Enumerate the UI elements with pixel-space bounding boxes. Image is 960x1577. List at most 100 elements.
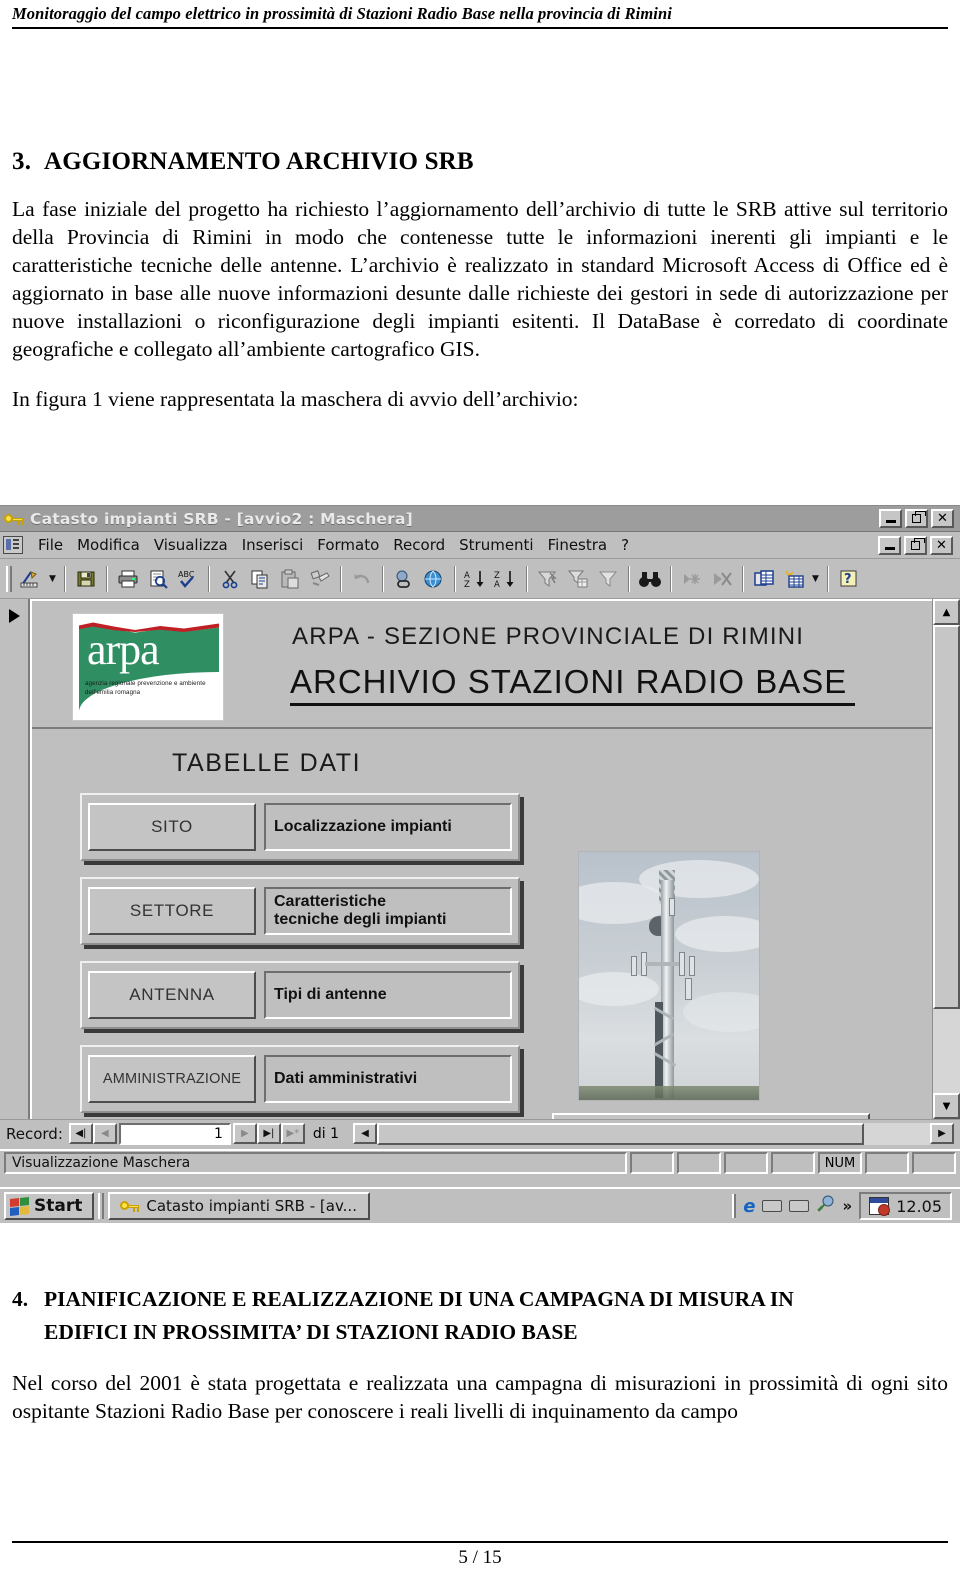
arpa-logo-subtitle: agenzia regionale prevenzione e ambiente… — [85, 680, 206, 696]
menu-item-strumenti[interactable]: Strumenti — [452, 536, 540, 554]
tray-overflow-icon[interactable]: » — [842, 1197, 852, 1215]
section-4-heading: 4. PIANIFICAZIONE E REALIZZAZIONE DI UNA … — [12, 1283, 948, 1350]
doc-close-button[interactable]: ✕ — [930, 535, 953, 555]
record-navigation-bar: Record: ◀| ◀ 1 ▶ ▶| ▶* di 1 ◀ ▶ — [0, 1119, 960, 1147]
copy-icon[interactable] — [245, 564, 275, 594]
section-4: 4. PIANIFICAZIONE E REALIZZAZIONE DI UNA … — [12, 1283, 948, 1426]
settore-description-line-1: Caratteristiche — [274, 892, 387, 910]
new-record-button[interactable]: ▶* — [280, 1123, 305, 1144]
doc-restore-button[interactable] — [904, 535, 927, 555]
table-row-amministrazione[interactable]: AMMINISTRAZIONE Dati amministrativi — [80, 1045, 520, 1113]
access-application-window: Catasto impianti SRB - [avvio2 : Mascher… — [0, 505, 960, 1223]
next-record-button[interactable]: ▶ — [232, 1123, 257, 1144]
menu-item-visualizza[interactable]: Visualizza — [147, 536, 235, 554]
new-object-dropdown-arrow-icon[interactable]: ▼ — [809, 574, 822, 584]
amministrazione-description: Dati amministrativi — [264, 1055, 512, 1103]
new-record-icon[interactable] — [677, 564, 707, 594]
scroll-down-button[interactable]: ▼ — [933, 1093, 960, 1119]
taskbar-item-label: Catasto impianti SRB - [av... — [146, 1197, 357, 1215]
menu-item-finestra[interactable]: Finestra — [541, 536, 615, 554]
taskbar-clock[interactable]: 12.05 — [859, 1192, 952, 1220]
vertical-scroll-track[interactable] — [933, 625, 960, 1093]
toolbar-grip[interactable] — [6, 565, 12, 592]
taskbar-grip[interactable] — [98, 1193, 105, 1219]
tabelle-dati-label: TABELLE DATI — [172, 749, 362, 777]
cut-icon[interactable] — [215, 564, 245, 594]
menu-item-modifica[interactable]: Modifica — [70, 536, 147, 554]
help-icon[interactable]: ? — [834, 564, 864, 594]
web-toolbar-icon[interactable] — [419, 564, 449, 594]
status-cell-7 — [912, 1152, 956, 1174]
table-row-sito[interactable]: SITO Localizzazione impianti — [80, 793, 520, 861]
toolbar-separator — [454, 565, 456, 592]
horizontal-scroll-thumb[interactable] — [377, 1122, 864, 1145]
paste-icon[interactable] — [275, 564, 305, 594]
form-heading-title: ARCHIVIO STAZIONI RADIO BASE — [290, 663, 856, 706]
first-record-button[interactable]: ◀| — [68, 1123, 93, 1144]
filter-by-form-icon[interactable] — [563, 564, 593, 594]
status-message: Visualizzazione Maschera — [4, 1152, 627, 1174]
format-painter-icon[interactable] — [305, 564, 335, 594]
database-window-icon[interactable] — [749, 564, 779, 594]
doc-minimize-button[interactable] — [878, 535, 901, 555]
sort-descending-icon[interactable]: ZA — [491, 564, 521, 594]
delete-record-icon[interactable] — [707, 564, 737, 594]
design-view-icon[interactable] — [16, 564, 46, 594]
minimize-button[interactable] — [879, 509, 902, 528]
table-row-settore[interactable]: SETTORE Caratteristiche tecniche degli i… — [80, 877, 520, 945]
toolbar-separator — [526, 565, 528, 592]
insert-hyperlink-icon[interactable] — [389, 564, 419, 594]
spelling-check-icon[interactable]: ABC — [173, 564, 203, 594]
menu-item-help[interactable]: ? — [614, 536, 636, 554]
horizontal-scrollbar[interactable]: ◀ ▶ — [353, 1122, 954, 1145]
running-head-rule — [12, 27, 948, 29]
window-controls: ✕ — [879, 509, 958, 528]
print-icon[interactable] — [113, 564, 143, 594]
print-preview-icon[interactable] — [143, 564, 173, 594]
record-selector[interactable] — [0, 599, 30, 1119]
scroll-up-button[interactable]: ▲ — [933, 599, 960, 625]
security-key-icon[interactable] — [816, 1195, 835, 1217]
section-4-title-line-1: PIANIFICAZIONE E REALIZZAZIONE DI UNA CA… — [44, 1287, 794, 1311]
settore-button[interactable]: SETTORE — [88, 887, 256, 935]
current-record-input[interactable]: 1 — [118, 1122, 231, 1145]
vertical-scrollbar[interactable]: ▲ ▼ — [932, 599, 960, 1119]
last-record-button[interactable]: ▶| — [256, 1123, 281, 1144]
design-view-dropdown-arrow-icon[interactable]: ▼ — [46, 574, 59, 584]
menu-item-file[interactable]: File — [31, 536, 70, 554]
menu-item-record[interactable]: Record — [386, 536, 452, 554]
record-nav-label: Record: — [6, 1124, 63, 1143]
internet-explorer-icon[interactable]: e — [743, 1196, 755, 1217]
settore-description: Caratteristiche tecniche degli impianti — [264, 887, 512, 935]
network-connection-icon-2[interactable] — [789, 1200, 810, 1212]
vertical-scroll-thumb[interactable] — [933, 625, 960, 1009]
new-object-icon[interactable] — [779, 564, 809, 594]
apply-filter-icon[interactable] — [593, 564, 623, 594]
sito-button[interactable]: SITO — [88, 803, 256, 851]
amministrazione-button[interactable]: AMMINISTRAZIONE — [88, 1055, 256, 1103]
sort-ascending-icon[interactable]: AZ — [461, 564, 491, 594]
menu-item-inserisci[interactable]: Inserisci — [235, 536, 311, 554]
section-3: 3. AGGIORNAMENTO ARCHIVIO SRB La fase ini… — [12, 148, 948, 414]
document-control-icon[interactable] — [3, 536, 23, 554]
arpa-logo: arpa agenzia regionale prevenzione e amb… — [72, 613, 224, 721]
network-connection-icon[interactable] — [762, 1200, 783, 1212]
scroll-right-button[interactable]: ▶ — [930, 1122, 954, 1144]
start-button[interactable]: Start — [4, 1192, 95, 1220]
antenna-button[interactable]: ANTENNA — [88, 971, 256, 1019]
taskbar-item-catasto[interactable]: Catasto impianti SRB - [av... — [108, 1192, 371, 1220]
previous-record-button[interactable]: ◀ — [92, 1123, 117, 1144]
undo-icon[interactable] — [347, 564, 377, 594]
filter-by-selection-icon[interactable] — [533, 564, 563, 594]
menu-item-formato[interactable]: Formato — [310, 536, 386, 554]
restore-button[interactable] — [905, 509, 928, 528]
table-row-antenna[interactable]: ANTENNA Tipi di antenne — [80, 961, 520, 1029]
find-icon[interactable] — [635, 564, 665, 594]
sito-description: Localizzazione impianti — [264, 803, 512, 851]
horizontal-scroll-track[interactable] — [377, 1122, 930, 1145]
scroll-left-button[interactable]: ◀ — [353, 1122, 378, 1144]
close-button[interactable]: ✕ — [931, 509, 954, 528]
save-icon[interactable] — [71, 564, 101, 594]
menu-bar: File Modifica Visualizza Inserisci Forma… — [0, 532, 960, 559]
toolbar-separator — [670, 565, 672, 592]
